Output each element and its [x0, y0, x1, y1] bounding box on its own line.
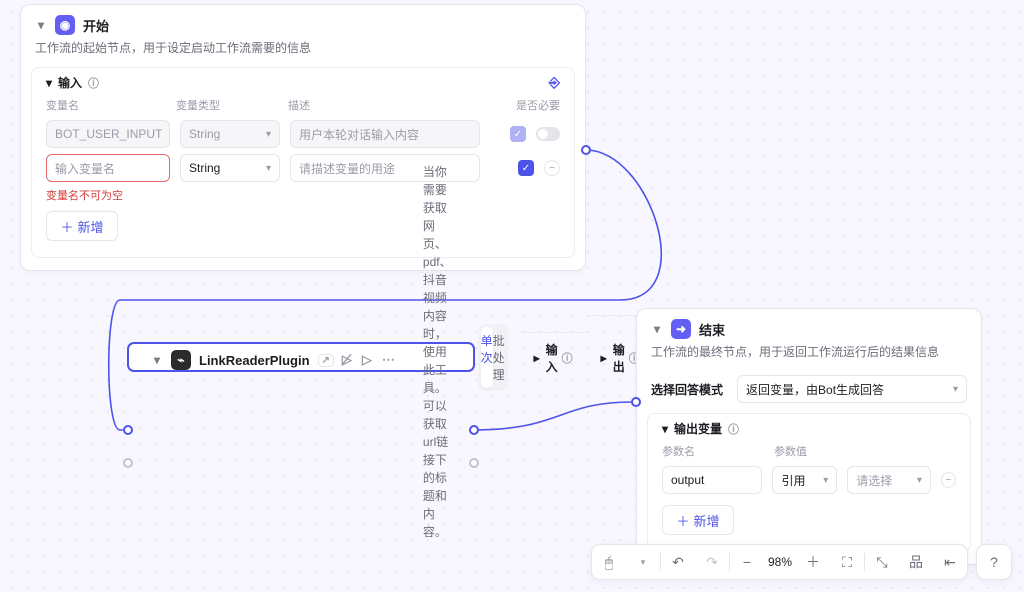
col-param-name: 参数名: [662, 443, 774, 459]
collapse-icon[interactable]: ▾: [35, 18, 47, 32]
col-required: 是否必要: [516, 97, 560, 113]
plugin-desc: 当你需要获取网页、pdf、抖音视频内容时，使用此工具。可以获取url链接下的标题…: [409, 163, 466, 551]
col-name: 变量名: [46, 97, 176, 113]
output-row: output 引用▾ 请选择▾ −: [648, 463, 970, 497]
zoom-in-button[interactable]: ＋: [796, 544, 830, 580]
collapse-icon[interactable]: ▾: [662, 422, 668, 436]
start-subtitle: 工作流的起始节点，用于设定启动工作流需要的信息: [21, 39, 585, 67]
add-row-button[interactable]: ＋ 新增: [662, 505, 734, 535]
col-type: 变量类型: [176, 97, 288, 113]
input-port[interactable]: [123, 458, 133, 468]
help-button[interactable]: ?: [977, 544, 1011, 580]
output-section-title: 输出变量: [674, 420, 722, 437]
end-subtitle: 工作流的最终节点，用于返回工作流运行后的结果信息: [637, 343, 981, 371]
input-section[interactable]: ▸ 输入 ⓘ: [520, 332, 587, 383]
start-node[interactable]: ▾ ◉ 开始 工作流的起始节点，用于设定启动工作流需要的信息 ▾ 输入 ⓘ ⎆ …: [20, 4, 586, 271]
var-type-select[interactable]: String▾: [180, 154, 280, 182]
mode-tabs: 单次 批处理: [478, 324, 508, 391]
canvas-toolbar: 🖱 ▾ ↶ ↷ − 98% ＋ ⛶ ⤡ 品 ⇤ ?: [591, 544, 1012, 580]
var-name-input[interactable]: 输入变量名: [46, 154, 170, 182]
undo-button[interactable]: ↶: [661, 544, 695, 580]
col-desc: 描述: [288, 97, 483, 113]
import-icon[interactable]: ⎆: [549, 74, 560, 91]
input-row-editable: 输入变量名 String▾ 请描述变量的用途 ✓ −: [32, 151, 574, 185]
required-checkbox[interactable]: ✓: [518, 160, 534, 176]
info-icon[interactable]: ⓘ: [562, 350, 573, 366]
layout-button[interactable]: 品: [899, 544, 933, 580]
zoom-out-button[interactable]: −: [730, 544, 764, 580]
collapse-icon[interactable]: ▾: [651, 322, 663, 336]
output-port[interactable]: [469, 425, 479, 435]
zoom-level: 98%: [764, 555, 796, 569]
delete-row-button[interactable]: −: [941, 472, 956, 488]
end-title: 结束: [699, 320, 725, 339]
output-port[interactable]: [581, 145, 591, 155]
add-row-button[interactable]: ＋ 新增: [46, 211, 118, 241]
more-icon[interactable]: ⋯: [382, 352, 395, 368]
tab-once[interactable]: 单次: [481, 327, 493, 388]
collapse-icon[interactable]: ▾: [46, 76, 52, 90]
end-node[interactable]: ▾ ➜ 结束 工作流的最终节点，用于返回工作流运行后的结果信息 选择回答模式 返…: [636, 308, 982, 565]
plugin-node[interactable]: ▾ ⌁ LinkReaderPlugin ↗ ▷̸ ▷ ⋯ 当你需要获取网页、p…: [128, 343, 474, 371]
fit-view-button[interactable]: ⛶: [830, 544, 864, 580]
chevron-down-icon[interactable]: ▾: [626, 544, 660, 580]
tab-batch[interactable]: 批处理: [493, 327, 505, 388]
input-port[interactable]: [123, 425, 133, 435]
skip-icon[interactable]: ▷̸: [342, 352, 352, 368]
start-title: 开始: [83, 16, 109, 35]
value-select[interactable]: 请选择▾: [847, 466, 931, 494]
start-icon: ◉: [55, 15, 75, 35]
collapse-button[interactable]: ⤡: [865, 544, 899, 580]
input-section-title: 输入: [58, 74, 82, 91]
plugin-title: LinkReaderPlugin: [199, 353, 310, 368]
play-icon[interactable]: ▷: [362, 352, 372, 368]
error-message: 变量名不可为空: [32, 185, 574, 203]
var-desc-input: 用户本轮对话输入内容: [290, 120, 480, 148]
end-icon: ➜: [671, 319, 691, 339]
input-port[interactable]: [631, 397, 641, 407]
required-checkbox: ✓: [510, 126, 526, 142]
mode-label: 选择回答模式: [651, 381, 723, 398]
col-param-value: 参数值: [774, 443, 807, 459]
mouse-mode-button[interactable]: 🖱: [592, 544, 626, 580]
ref-select[interactable]: 引用▾: [772, 466, 837, 494]
param-name-input[interactable]: output: [662, 466, 762, 494]
input-row-locked: BOT_USER_INPUT String▾ 用户本轮对话输入内容 ✓: [32, 117, 574, 151]
link-badge-icon: ↗: [318, 354, 334, 367]
collapse-icon[interactable]: ▾: [151, 353, 163, 367]
info-icon[interactable]: ⓘ: [728, 421, 739, 437]
redo-button[interactable]: ↷: [695, 544, 729, 580]
var-type-select: String▾: [180, 120, 280, 148]
mode-select[interactable]: 返回变量，由Bot生成回答▾: [737, 375, 967, 403]
var-name-input: BOT_USER_INPUT: [46, 120, 170, 148]
plugin-icon: ⌁: [171, 350, 191, 370]
align-button[interactable]: ⇤: [933, 544, 967, 580]
info-icon[interactable]: ⓘ: [88, 75, 99, 91]
delete-row-button[interactable]: −: [544, 160, 560, 176]
output-port[interactable]: [469, 458, 479, 468]
toggle: [536, 127, 560, 141]
